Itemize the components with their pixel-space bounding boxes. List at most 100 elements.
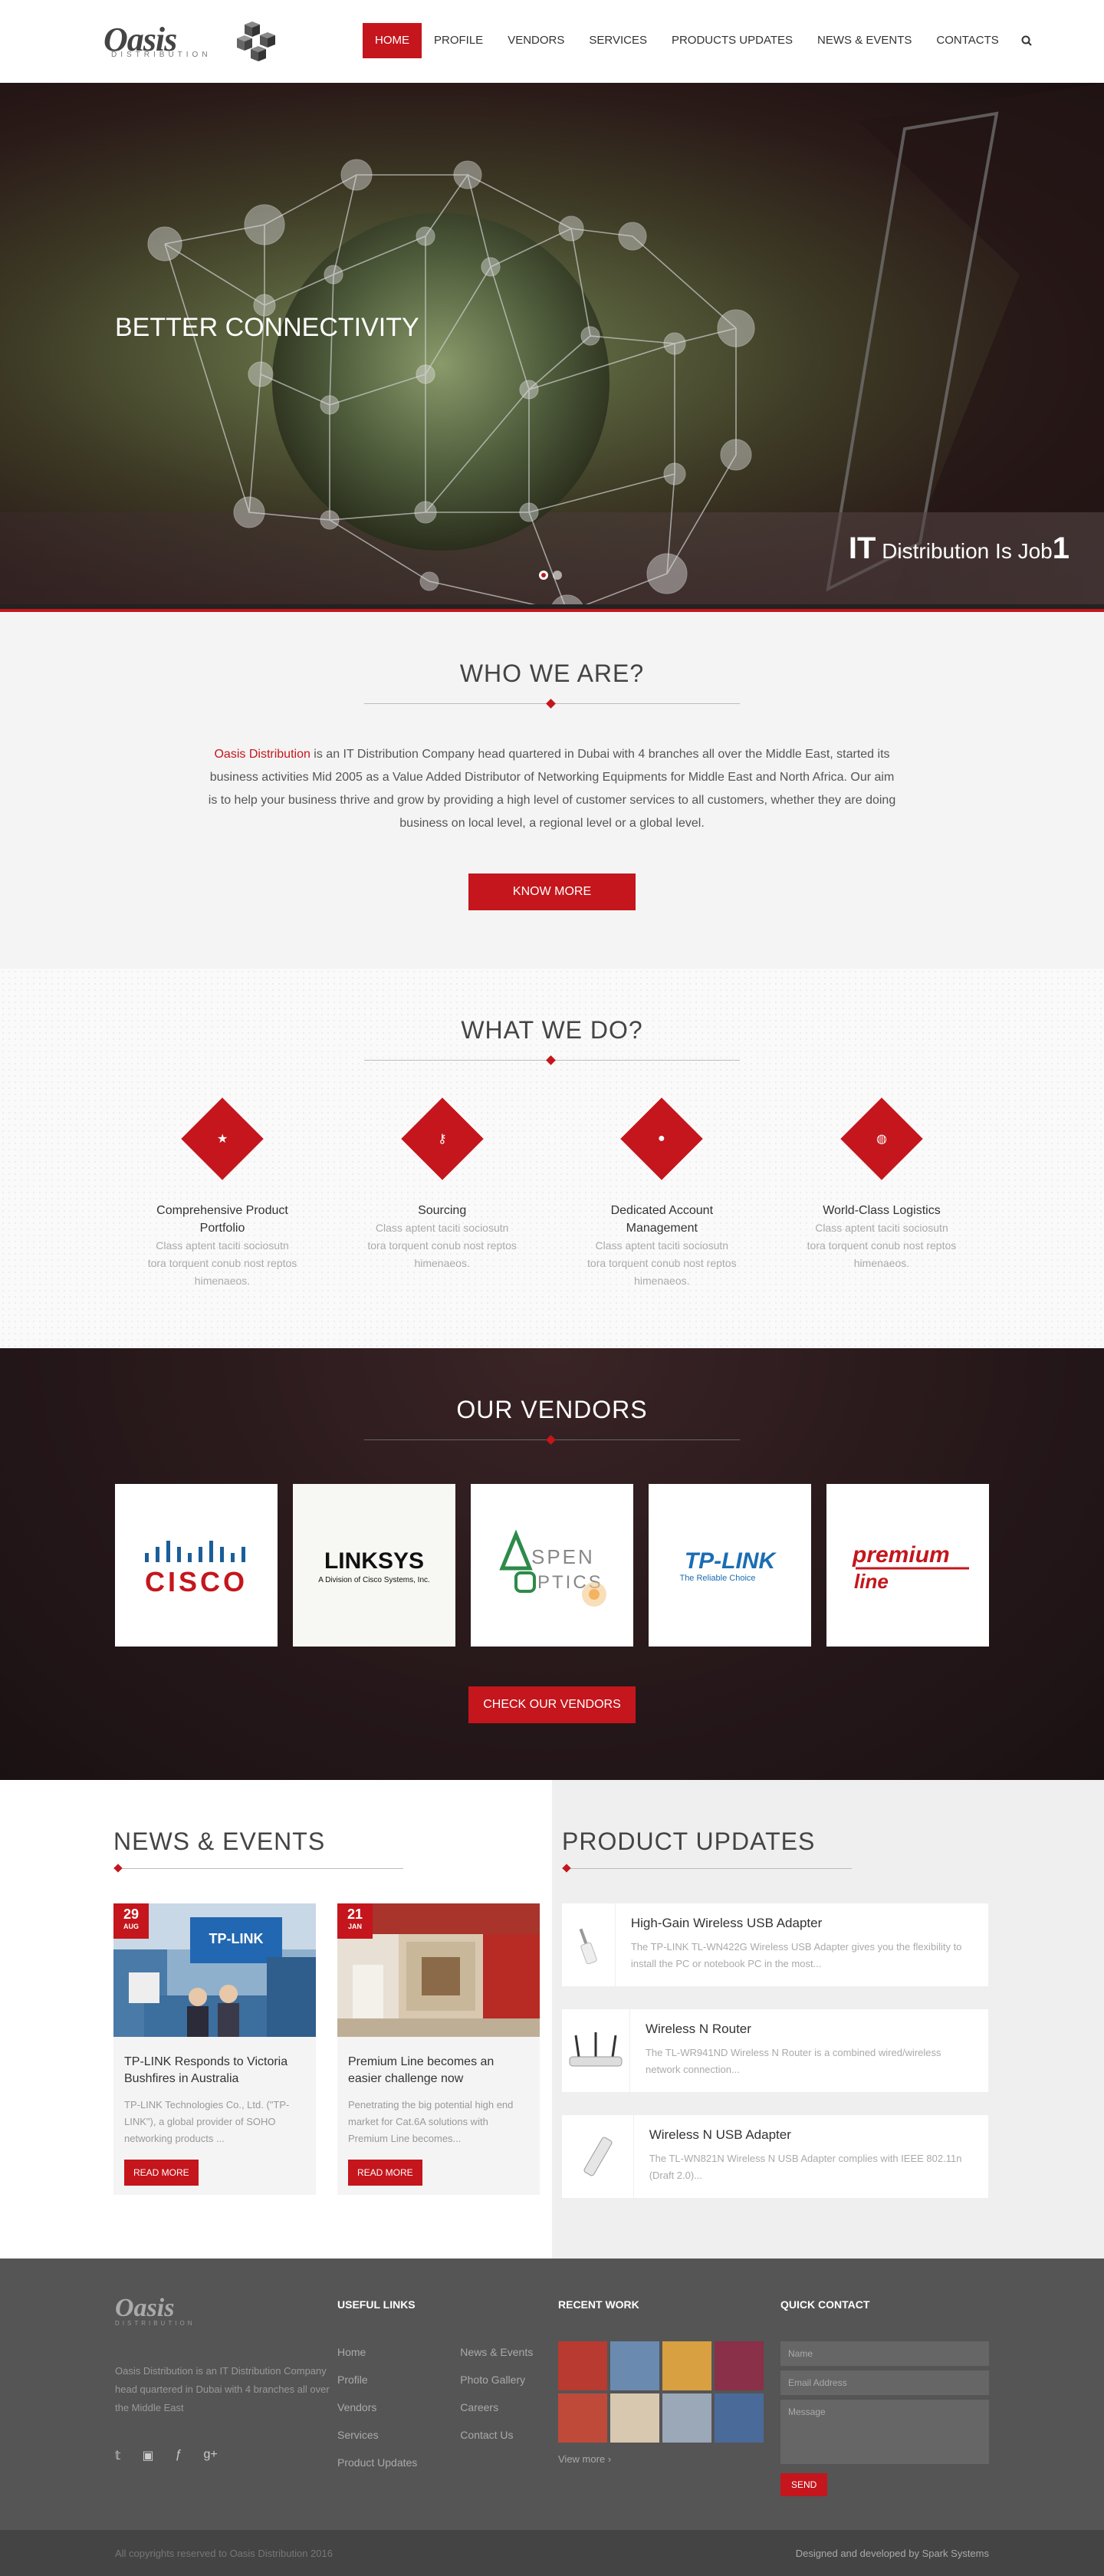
who-we-are-section: WHO WE ARE? Oasis Distribution is an IT … xyxy=(0,612,1104,969)
recent-work-thumb[interactable] xyxy=(662,2341,711,2390)
nav-services[interactable]: SERVICES xyxy=(577,23,659,58)
product-title[interactable]: High-Gain Wireless USB Adapter xyxy=(631,1916,974,1931)
section-divider xyxy=(364,1055,740,1066)
hero-tagline-big: IT xyxy=(848,531,876,565)
footer-link[interactable]: Product Updates xyxy=(337,2456,417,2469)
news-card[interactable]: TP-LINK 29 AUG TP-LINK Responds to Victo… xyxy=(113,1903,316,2195)
google-plus-icon[interactable]: g+ xyxy=(203,2448,217,2463)
hero-tagline-num: 1 xyxy=(1052,531,1070,565)
product-thumbnail xyxy=(562,1903,616,1986)
search-icon[interactable] xyxy=(1011,23,1042,58)
news-card-excerpt: Penetrating the big potential high end m… xyxy=(348,2099,514,2144)
vendor-logo-aspen-optics[interactable]: SPEN PTICS xyxy=(471,1484,633,1647)
hero-tagline-mid: Distribution Is Job xyxy=(882,539,1053,563)
recent-work-thumb[interactable] xyxy=(610,2341,659,2390)
who-highlight[interactable]: Oasis Distribution xyxy=(214,748,310,761)
message-field[interactable]: Message xyxy=(780,2400,989,2464)
product-title[interactable]: Wireless N USB Adapter xyxy=(649,2127,974,2143)
nav-products-updates[interactable]: PRODUCTS UPDATES xyxy=(659,23,805,58)
news-date-day: 21 xyxy=(347,1907,363,1922)
news-column: NEWS & EVENTS TP-LINK 29 AUG TP-LINK Res… xyxy=(0,1780,552,2259)
recent-work-thumb[interactable] xyxy=(610,2393,659,2443)
hero-title: BETTER CONNECTIVITY xyxy=(115,313,419,342)
nav-profile[interactable]: PROFILE xyxy=(422,23,495,58)
what-we-do-section: WHAT WE DO? ★ Comprehensive Product Port… xyxy=(0,969,1104,1348)
nav-vendors[interactable]: VENDORS xyxy=(495,23,577,58)
check-vendors-button[interactable]: CHECK OUR VENDORS xyxy=(468,1686,636,1723)
footer-link[interactable]: Contact Us xyxy=(460,2429,533,2441)
recent-work-title: RECENT WORK xyxy=(558,2298,639,2311)
recent-work-thumb[interactable] xyxy=(715,2341,764,2390)
email-field[interactable]: Email Address xyxy=(780,2370,989,2395)
news-date-badge: 29 AUG xyxy=(113,1903,149,1939)
product-title[interactable]: Wireless N Router xyxy=(646,2022,974,2037)
product-item[interactable]: High-Gain Wireless USB Adapter The TP-LI… xyxy=(562,1903,988,1986)
service-title: Dedicated Account Management xyxy=(610,1204,714,1235)
footer-link[interactable]: Home xyxy=(337,2346,417,2358)
slider-dot-2[interactable] xyxy=(553,571,562,580)
product-thumbnail xyxy=(562,2115,634,2198)
slider-dot-1[interactable] xyxy=(539,571,548,580)
logo-cubes-icon xyxy=(237,21,275,61)
nav-news-events[interactable]: NEWS & EVENTS xyxy=(805,23,924,58)
news-date-day: 29 xyxy=(123,1907,140,1922)
news-card-title[interactable]: TP-LINK Responds to Victoria Bushfires i… xyxy=(113,2037,316,2087)
footer-link[interactable]: Careers xyxy=(460,2401,533,2413)
view-more-label: View more xyxy=(558,2453,606,2465)
vendor-logo-tplink[interactable]: TP-LINK The Reliable Choice xyxy=(649,1484,811,1647)
footer-logo-subtitle: DISTRIBUTION xyxy=(115,2320,196,2327)
slider-dots xyxy=(539,571,562,580)
product-text: The TL-WN821N Wireless N USB Adapter com… xyxy=(649,2153,962,2181)
site-logo[interactable]: Oasis DISTRIBUTION xyxy=(104,20,288,66)
footer-link[interactable]: Photo Gallery xyxy=(460,2374,533,2386)
footer-link[interactable]: Vendors xyxy=(337,2401,417,2413)
footer-link[interactable]: Services xyxy=(337,2429,417,2441)
recent-work-thumb[interactable] xyxy=(558,2341,607,2390)
tplink-logo-text: TP-LINK xyxy=(685,1548,777,1574)
vendor-logo-linksys[interactable]: LINKSYS A Division of Cisco Systems, Inc… xyxy=(293,1484,455,1647)
product-item[interactable]: Wireless N USB Adapter The TL-WN821N Wir… xyxy=(562,2115,988,2198)
credit-text[interactable]: Designed and developed by Spark Systems xyxy=(796,2548,989,2559)
products-title: PRODUCT UPDATES xyxy=(562,1828,816,1855)
who-body: is an IT Distribution Company head quart… xyxy=(208,748,896,830)
vendor-logo-premium-line[interactable]: premium line xyxy=(826,1484,989,1647)
linksys-logo-subtitle: A Division of Cisco Systems, Inc. xyxy=(318,1576,430,1584)
news-card-title[interactable]: Premium Line becomes an easier challenge… xyxy=(337,2037,540,2087)
footer-about-text: Oasis Distribution is an IT Distribution… xyxy=(115,2365,330,2413)
name-field[interactable]: Name xyxy=(780,2341,989,2366)
vendors-section: OUR VENDORS CISCO LINKSYS A Division of … xyxy=(0,1348,1104,1780)
footer-useful-links: USEFUL LINKS Home Profile Vendors Servic… xyxy=(337,2294,533,2484)
footer-link[interactable]: News & Events xyxy=(460,2346,533,2358)
twitter-icon[interactable]: 𝕥 xyxy=(115,2448,120,2463)
linkedin-icon[interactable]: ▣ xyxy=(142,2448,153,2463)
footer-link[interactable]: Profile xyxy=(337,2374,417,2386)
service-text: Class aptent taciti sociosutn tora torqu… xyxy=(147,1239,297,1287)
service-title: World-Class Logistics xyxy=(823,1204,941,1217)
footer-logo[interactable]: Oasis xyxy=(115,2294,330,2323)
nav-contacts[interactable]: CONTACTS xyxy=(924,23,1010,58)
footer-recent-work: RECENT WORK View more › xyxy=(558,2294,764,2465)
recent-work-thumb[interactable] xyxy=(715,2393,764,2443)
send-button[interactable]: SEND xyxy=(780,2473,828,2496)
news-products-section: NEWS & EVENTS TP-LINK 29 AUG TP-LINK Res… xyxy=(0,1780,1104,2259)
footer-about: Oasis DISTRIBUTION Oasis Distribution is… xyxy=(115,2294,330,2463)
section-divider xyxy=(113,1864,403,1874)
product-updates-column: PRODUCT UPDATES High-Gain Wireless USB A… xyxy=(552,1780,1104,2259)
globe-icon: ◍ xyxy=(840,1097,923,1180)
vendor-logo-cisco[interactable]: CISCO xyxy=(115,1484,278,1647)
read-more-button[interactable]: READ MORE xyxy=(348,2160,422,2186)
site-footer: Oasis DISTRIBUTION Oasis Distribution is… xyxy=(0,2259,1104,2530)
facebook-icon[interactable]: ƒ xyxy=(176,2448,182,2463)
read-more-button[interactable]: READ MORE xyxy=(124,2160,199,2186)
view-more-link[interactable]: View more › xyxy=(558,2453,764,2465)
news-card[interactable]: 21 JAN Premium Line becomes an easier ch… xyxy=(337,1903,540,2195)
hero-tagline: IT Distribution Is Job1 xyxy=(849,531,1070,566)
recent-work-thumb[interactable] xyxy=(662,2393,711,2443)
product-item[interactable]: Wireless N Router The TL-WR941ND Wireles… xyxy=(562,2009,988,2092)
nav-home[interactable]: HOME xyxy=(363,23,422,58)
premium-logo-text-2: line xyxy=(854,1570,889,1593)
main-nav: HOME PROFILE VENDORS SERVICES PRODUCTS U… xyxy=(363,23,1042,58)
know-more-button[interactable]: KNOW MORE xyxy=(468,873,636,910)
service-item: ◍ World-Class Logistics Class aptent tac… xyxy=(805,1097,958,1290)
recent-work-thumb[interactable] xyxy=(558,2393,607,2443)
